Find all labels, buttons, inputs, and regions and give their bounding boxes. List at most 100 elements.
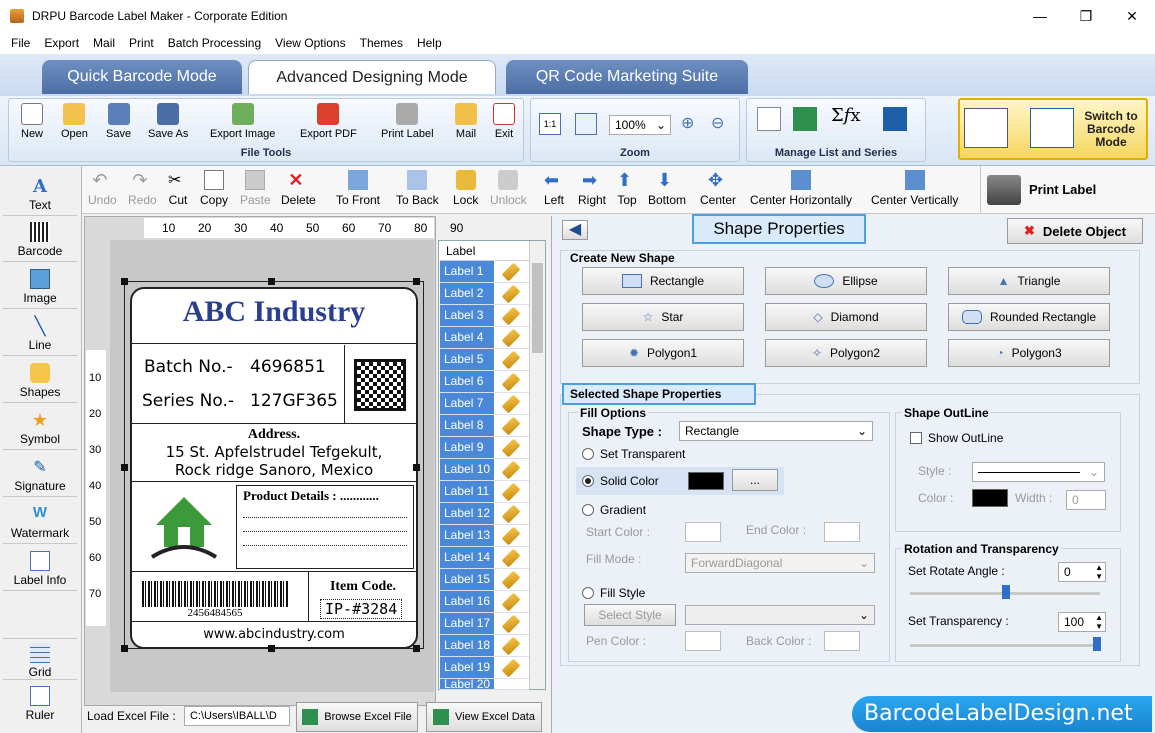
barcode-tool[interactable]: Barcode — [3, 218, 77, 262]
label-row-15[interactable]: Label 15 — [440, 569, 529, 591]
formula-icon[interactable]: Σfx — [831, 105, 861, 126]
to-back-button[interactable]: To Back — [396, 170, 439, 207]
label-row-19[interactable]: Label 19 — [440, 657, 529, 679]
transparency-input[interactable]: 100 ▲ ▼ — [1058, 612, 1106, 632]
center-button[interactable]: ✥ Center — [700, 170, 736, 207]
menu-help[interactable]: Help — [410, 36, 449, 50]
outline-width-input[interactable]: 0 — [1066, 490, 1106, 510]
edit-list-icon[interactable] — [757, 107, 781, 131]
resize-handle[interactable] — [413, 464, 420, 471]
label-row-17[interactable]: Label 17 — [440, 613, 529, 635]
lock-button[interactable]: Lock — [453, 170, 478, 207]
pencil-icon[interactable] — [501, 636, 521, 655]
rounded-rectangle-shape-button[interactable]: Rounded Rectangle — [948, 303, 1110, 331]
pencil-icon[interactable] — [501, 460, 521, 479]
label-row-10[interactable]: Label 10 — [440, 459, 529, 481]
redo-button[interactable]: ↷ Redo — [128, 170, 157, 207]
pencil-icon[interactable] — [501, 394, 521, 413]
label-row-13[interactable]: Label 13 — [440, 525, 529, 547]
zoom-out-icon[interactable]: ⊖ — [711, 113, 724, 133]
tab-advanced-designing-mode[interactable]: Advanced Designing Mode — [248, 60, 496, 94]
spinner-icon[interactable]: ▲ ▼ — [1095, 613, 1103, 631]
label-row-1[interactable]: Label 1 — [440, 261, 529, 283]
series-icon[interactable] — [883, 107, 907, 131]
label-row-11[interactable]: Label 11 — [440, 481, 529, 503]
rectangle-shape-button[interactable]: Rectangle — [582, 267, 744, 295]
export-image-button[interactable]: Export Image — [210, 103, 275, 140]
label-row-20[interactable]: Label 20 — [440, 679, 529, 690]
transparency-slider-track[interactable] — [910, 644, 1100, 647]
menu-print[interactable]: Print — [122, 36, 161, 50]
view-excel-button[interactable]: View Excel Data — [426, 702, 542, 732]
center-vertically-button[interactable]: Center Vertically — [871, 170, 958, 207]
pencil-icon[interactable] — [501, 592, 521, 611]
diamond-shape-button[interactable]: ◇ Diamond — [765, 303, 927, 331]
align-right-button[interactable]: ➡ Right — [578, 170, 606, 207]
rotate-slider-thumb[interactable] — [1002, 585, 1010, 599]
text-tool[interactable]: A Text — [3, 172, 77, 216]
maximize-button[interactable]: ❐ — [1063, 0, 1109, 32]
outline-color-swatch[interactable] — [972, 489, 1008, 507]
polygon2-shape-button[interactable]: ✧ Polygon2 — [765, 339, 927, 367]
pencil-icon[interactable] — [501, 438, 521, 457]
save-button[interactable]: Save — [106, 103, 131, 140]
resize-handle[interactable] — [413, 645, 420, 652]
menu-file[interactable]: File — [4, 36, 37, 50]
menu-batch-processing[interactable]: Batch Processing — [161, 36, 268, 50]
resize-handle[interactable] — [121, 464, 128, 471]
fit-to-window-icon[interactable] — [575, 113, 597, 135]
transparency-slider-thumb[interactable] — [1093, 637, 1101, 651]
rotate-angle-input[interactable]: 0 ▲ ▼ — [1058, 562, 1106, 582]
align-bottom-button[interactable]: ⬇ Bottom — [648, 170, 686, 207]
fill-style-radio[interactable]: Fill Style — [582, 586, 645, 600]
pencil-icon[interactable] — [501, 306, 521, 325]
excel-icon[interactable] — [793, 107, 817, 131]
close-button[interactable]: ✕ — [1109, 0, 1155, 32]
end-color-swatch[interactable] — [824, 522, 860, 542]
excel-path-input[interactable]: C:\Users\IBALL\D — [184, 706, 290, 726]
grid-tool[interactable]: Grid — [3, 638, 77, 680]
print-label-toolbar-button[interactable]: Print Label — [980, 166, 1155, 213]
fill-mode-select[interactable]: ForwardDiagonal ⌄ — [685, 553, 875, 573]
resize-handle[interactable] — [121, 278, 128, 285]
exit-button[interactable]: Exit — [493, 103, 515, 140]
pen-color-swatch[interactable] — [685, 631, 721, 651]
print-label-button[interactable]: Print Label — [381, 103, 434, 140]
pencil-icon[interactable] — [501, 482, 521, 501]
label-row-7[interactable]: Label 7 — [440, 393, 529, 415]
select-style-button[interactable]: Select Style — [584, 604, 676, 626]
line-tool[interactable]: ╲ Line — [3, 312, 77, 356]
pencil-icon[interactable] — [501, 614, 521, 633]
polygon1-shape-button[interactable]: ✹ Polygon1 — [582, 339, 744, 367]
spinner-icon[interactable]: ▲ ▼ — [1095, 563, 1103, 581]
delete-object-button[interactable]: ✖ Delete Object — [1007, 218, 1143, 244]
menu-view-options[interactable]: View Options — [268, 36, 352, 50]
zoom-in-icon[interactable]: ⊕ — [681, 113, 694, 133]
start-color-swatch[interactable] — [685, 522, 721, 542]
save-as-button[interactable]: Save As — [148, 103, 188, 140]
menu-mail[interactable]: Mail — [86, 36, 122, 50]
label-row-4[interactable]: Label 4 — [440, 327, 529, 349]
resize-handle[interactable] — [121, 645, 128, 652]
watermark-tool[interactable]: W Watermark — [3, 500, 77, 544]
label-row-6[interactable]: Label 6 — [440, 371, 529, 393]
triangle-shape-button[interactable]: ▲ Triangle — [948, 267, 1110, 295]
menu-themes[interactable]: Themes — [353, 36, 410, 50]
label-row-9[interactable]: Label 9 — [440, 437, 529, 459]
solid-color-swatch[interactable] — [688, 472, 724, 490]
browse-excel-button[interactable]: Browse Excel File — [296, 702, 418, 732]
pencil-icon[interactable] — [501, 504, 521, 523]
label-row-5[interactable]: Label 5 — [440, 349, 529, 371]
pencil-icon[interactable] — [501, 570, 521, 589]
resize-handle[interactable] — [268, 278, 275, 285]
new-button[interactable]: New — [21, 103, 43, 140]
image-tool[interactable]: Image — [3, 265, 77, 309]
label-row-12[interactable]: Label 12 — [440, 503, 529, 525]
copy-button[interactable]: Copy — [200, 170, 228, 207]
label-row-18[interactable]: Label 18 — [440, 635, 529, 657]
ellipse-shape-button[interactable]: Ellipse — [765, 267, 927, 295]
polygon3-shape-button[interactable]: ◔ Polygon3 — [948, 339, 1110, 367]
cut-button[interactable]: ✂ Cut — [168, 170, 188, 207]
pencil-icon[interactable] — [501, 526, 521, 545]
align-left-button[interactable]: ⬅ Left — [544, 170, 564, 207]
